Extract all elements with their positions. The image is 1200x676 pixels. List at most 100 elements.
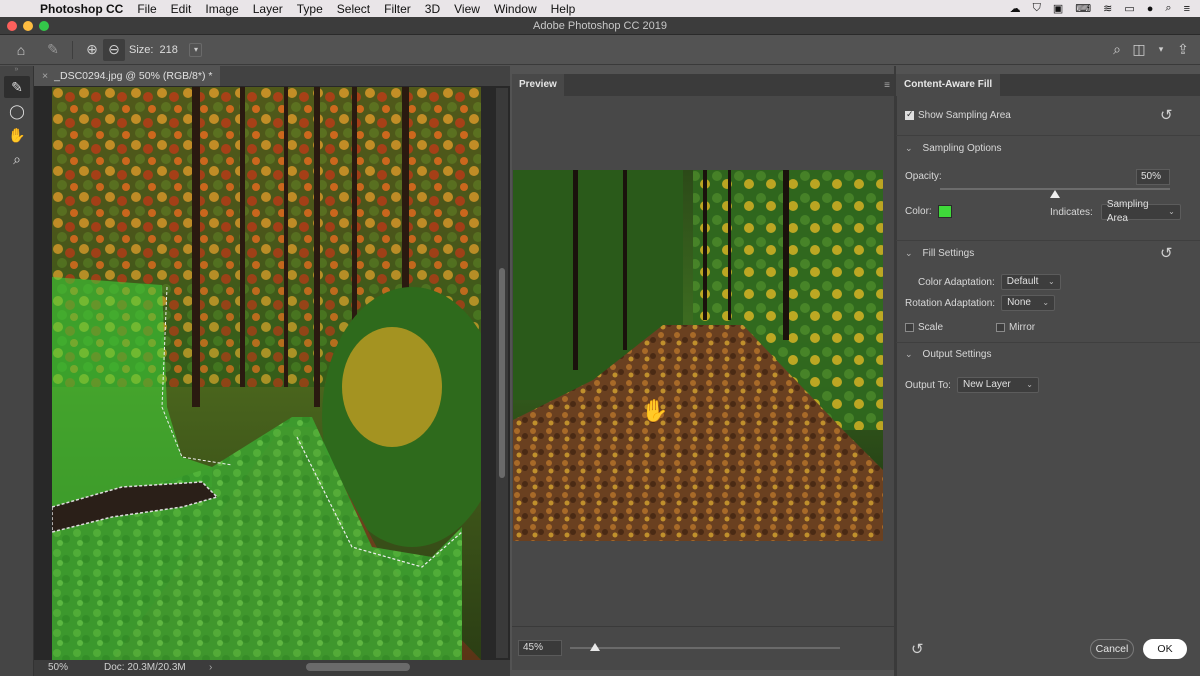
- chevron-down-icon: ⌄: [1026, 380, 1033, 389]
- search-icon[interactable]: ⌕: [1165, 2, 1171, 15]
- preview-tab[interactable]: Preview: [512, 74, 564, 96]
- status-bar: 50% Doc: 20.3M/20.3M ›: [34, 660, 510, 676]
- reset-sampling-icon[interactable]: ↺: [1160, 106, 1173, 124]
- opacity-row: Opacity:: [905, 171, 942, 182]
- menu-file[interactable]: File: [137, 2, 156, 16]
- size-dropdown-icon[interactable]: ▾: [189, 42, 203, 57]
- menu-list-icon[interactable]: ≡: [1184, 3, 1190, 15]
- lasso-tool-icon[interactable]: ◯: [4, 100, 30, 122]
- show-sampling-area-label: Show Sampling Area: [918, 110, 1011, 121]
- rotation-adaptation-value: None: [1007, 297, 1031, 308]
- show-sampling-area-row[interactable]: Show Sampling Area: [905, 109, 1011, 121]
- color-row: Color:: [905, 205, 952, 218]
- panel-menu-icon[interactable]: ≡: [884, 80, 890, 91]
- document-tab[interactable]: × _DSC0294.jpg @ 50% (RGB/8*) *: [34, 66, 221, 86]
- chevron-down-icon[interactable]: ⌄: [905, 143, 913, 154]
- toolbar: » ✎ ◯ ✋ ⌕: [0, 66, 34, 676]
- reset-fill-settings-icon[interactable]: ↺: [1160, 244, 1173, 262]
- sampling-options-header[interactable]: ⌄ Sampling Options: [905, 143, 1001, 154]
- creative-cloud-icon[interactable]: ☁: [1010, 2, 1021, 15]
- shield-icon[interactable]: ⛉: [1033, 2, 1041, 15]
- document-image[interactable]: [52, 87, 481, 660]
- menu-app-name[interactable]: Photoshop CC: [40, 2, 123, 16]
- output-to-value: New Layer: [962, 379, 1011, 390]
- sampling-color-swatch[interactable]: [937, 205, 952, 218]
- toolbar-grip[interactable]: »: [0, 66, 33, 74]
- chevron-down-icon[interactable]: ⌄: [905, 248, 913, 259]
- mirror-row[interactable]: Mirror: [996, 322, 1035, 333]
- opacity-slider-knob[interactable]: [1050, 190, 1060, 198]
- keyboard-icon[interactable]: ⌨: [1075, 2, 1091, 15]
- section-divider: [896, 135, 1200, 136]
- options-divider: [72, 40, 73, 59]
- menu-filter[interactable]: Filter: [384, 2, 411, 16]
- share-icon[interactable]: ⇪: [1172, 39, 1194, 61]
- rotation-adaptation-label: Rotation Adaptation:: [905, 297, 996, 309]
- sampling-brush-tool-icon[interactable]: ✎: [4, 76, 30, 98]
- chevron-down-icon: ⌄: [1042, 298, 1050, 307]
- scale-row[interactable]: Scale: [905, 322, 943, 333]
- menu-view[interactable]: View: [454, 2, 480, 16]
- preview-zoom-input[interactable]: 45%: [518, 640, 562, 656]
- airplay-icon[interactable]: ▭: [1124, 2, 1134, 15]
- preview-zoom-slider[interactable]: [570, 647, 840, 649]
- workspace-dropdown-icon[interactable]: ▾: [1150, 39, 1172, 61]
- chevron-down-icon[interactable]: ⌄: [905, 349, 913, 360]
- scale-checkbox[interactable]: [905, 323, 914, 332]
- menu-type[interactable]: Type: [297, 2, 323, 16]
- indicates-row: Indicates: Sampling Area ⌄: [1050, 199, 1181, 224]
- workspace-icon[interactable]: ◫: [1128, 39, 1150, 61]
- window-title: Adobe Photoshop CC 2019: [533, 20, 667, 32]
- status-menu-arrow-icon[interactable]: ›: [209, 660, 212, 676]
- menu-3d[interactable]: 3D: [425, 2, 440, 16]
- minimize-window-button[interactable]: [23, 21, 33, 31]
- menu-image[interactable]: Image: [205, 2, 238, 16]
- content-aware-fill-tab[interactable]: Content-Aware Fill: [896, 74, 1001, 96]
- opacity-input[interactable]: 50%: [1136, 169, 1170, 185]
- size-label: Size:: [129, 43, 154, 56]
- mirror-label: Mirror: [1009, 322, 1036, 333]
- color-adaptation-select[interactable]: Default ⌄: [1000, 274, 1061, 290]
- menu-help[interactable]: Help: [551, 2, 576, 16]
- menubar-status-icons: ☁ ⛉ ▣ ⌨ ≋ ▭ ● ⌕ ≡: [1010, 0, 1190, 17]
- subtract-from-sampling-icon[interactable]: ⊖: [103, 38, 125, 61]
- add-to-sampling-icon[interactable]: ⊕: [81, 39, 103, 61]
- output-settings-header[interactable]: ⌄ Output Settings: [905, 349, 991, 360]
- camera-icon[interactable]: ▣: [1053, 2, 1063, 15]
- cancel-button[interactable]: Cancel: [1090, 639, 1134, 659]
- opacity-label: Opacity:: [905, 171, 942, 182]
- ok-button[interactable]: OK: [1143, 639, 1187, 659]
- output-to-label: Output To:: [905, 379, 951, 391]
- vertical-scrollbar[interactable]: [496, 88, 508, 658]
- preview-image[interactable]: ✋: [513, 170, 883, 541]
- forest-path-image: [52, 87, 481, 660]
- menu-edit[interactable]: Edit: [171, 2, 192, 16]
- size-input[interactable]: 218: [159, 44, 189, 56]
- output-to-select[interactable]: New Layer ⌄: [956, 377, 1039, 393]
- search-icon[interactable]: ⌕: [1106, 39, 1128, 61]
- show-sampling-area-checkbox[interactable]: [905, 109, 914, 120]
- chevron-down-icon: ⌄: [1048, 277, 1055, 286]
- preview-zoom-slider-knob[interactable]: [590, 643, 600, 651]
- hand-cursor-icon: ✋: [641, 398, 669, 423]
- home-icon[interactable]: ⌂: [10, 39, 32, 61]
- menu-layer[interactable]: Layer: [253, 2, 283, 16]
- fill-settings-header[interactable]: ⌄ Fill Settings: [905, 248, 974, 259]
- mirror-checkbox[interactable]: [996, 323, 1005, 332]
- menu-select[interactable]: Select: [337, 2, 370, 16]
- vertical-scroll-thumb[interactable]: [499, 268, 505, 478]
- brush-preset-icon[interactable]: ✎: [42, 39, 64, 61]
- menu-window[interactable]: Window: [494, 2, 537, 16]
- zoom-window-button[interactable]: [39, 21, 49, 31]
- wifi-icon[interactable]: ≋: [1103, 2, 1112, 15]
- close-tab-icon[interactable]: ×: [42, 70, 48, 82]
- rotation-adaptation-select[interactable]: None ⌄: [1001, 295, 1056, 311]
- zoom-tool-icon[interactable]: ⌕: [4, 148, 30, 170]
- user-icon[interactable]: ●: [1147, 3, 1154, 15]
- indicates-select[interactable]: Sampling Area ⌄: [1100, 199, 1181, 224]
- document-zoom[interactable]: 50%: [48, 660, 68, 676]
- hand-tool-icon[interactable]: ✋: [4, 124, 30, 146]
- horizontal-scroll-thumb[interactable]: [306, 663, 410, 671]
- close-window-button[interactable]: [7, 21, 17, 31]
- reset-all-icon[interactable]: ↺: [911, 640, 924, 658]
